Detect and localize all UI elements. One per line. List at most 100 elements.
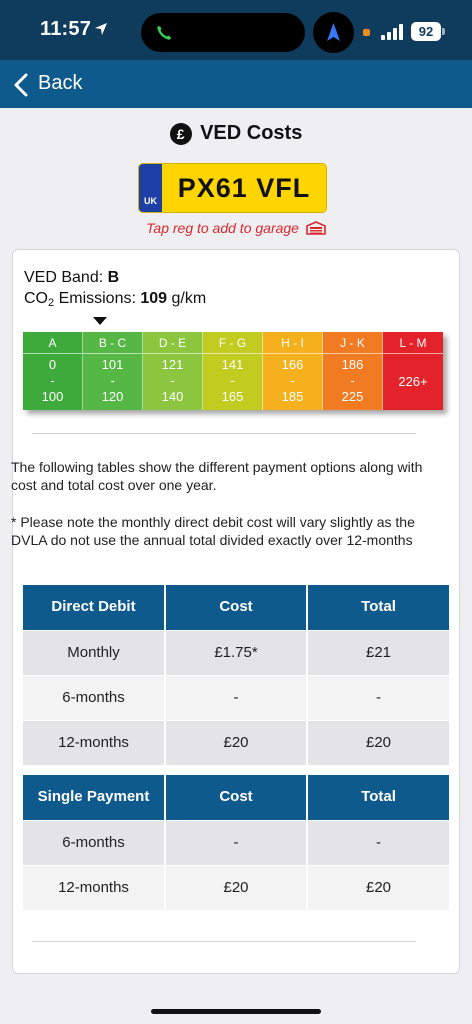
band-range: 141-165	[203, 354, 262, 405]
co2-value: 109	[140, 290, 168, 307]
table-cell: 6-months	[23, 674, 166, 720]
band-column: B - C 101-120	[83, 332, 143, 410]
co2-unit: g/km	[167, 290, 207, 307]
ved-band-chart: A 0-100 B - C 101-120 D - E 121-140 F - G 141-1…	[23, 332, 443, 410]
co2-line: CO2 Emissions: 109 g/km	[24, 290, 206, 309]
band-range-from: 0	[48, 357, 57, 372]
band-range-dash: -	[170, 373, 175, 388]
navigation-arrow-icon	[327, 23, 340, 41]
band-range: 166-185	[263, 354, 322, 405]
table-cell: 6-months	[23, 819, 166, 865]
band-range-dash: -	[50, 373, 55, 388]
band-range-dash: -	[350, 373, 355, 388]
band-range-to: 185	[281, 389, 304, 404]
divider	[32, 433, 416, 434]
table-cell: -	[307, 819, 449, 865]
tap-hint-text: Tap reg to add to garage	[146, 220, 299, 236]
table-header: Total	[307, 585, 449, 630]
band-range-from: 101	[101, 357, 124, 372]
band-column: D - E 121-140	[143, 332, 203, 410]
band-label: F - G	[203, 332, 262, 354]
table-cell: £20	[165, 719, 308, 765]
add-to-garage-link[interactable]: Tap reg to add to garage	[0, 220, 472, 236]
table-cell: -	[165, 819, 308, 865]
table-cell: £20	[307, 719, 449, 765]
signal-icon	[381, 24, 403, 40]
nav-bar: Back	[0, 60, 472, 108]
table-cell: -	[307, 674, 449, 720]
band-range-to: 140	[161, 389, 184, 404]
page-title: VED Costs	[200, 122, 303, 144]
band-range: 0-100	[23, 354, 82, 405]
table-cell: £20	[165, 864, 308, 910]
navigation-indicator	[313, 12, 354, 53]
band-range-dash: -	[290, 373, 295, 388]
phone-call-icon	[157, 26, 171, 40]
band-range-dash: -	[110, 373, 115, 388]
location-arrow-icon	[95, 23, 107, 35]
table-cell: £20	[307, 864, 449, 910]
registration-plate[interactable]: UK PX61 VFL	[138, 163, 327, 213]
intro-text: The following tables show the different …	[11, 459, 423, 493]
single-payment-table: Single Payment Cost Total 6-months - - 1…	[23, 775, 449, 910]
status-bar: 11:57 92	[0, 0, 472, 60]
table-header: Total	[307, 775, 449, 820]
note-text: * Please note the monthly direct debit c…	[11, 514, 415, 548]
table-cell: Monthly	[23, 629, 166, 675]
co2-label-post: Emissions:	[54, 290, 141, 307]
table-header: Cost	[165, 585, 308, 630]
band-label: B - C	[83, 332, 142, 354]
table-header: Cost	[165, 775, 308, 820]
band-column: H - I 166-185	[263, 332, 323, 410]
band-label: L - M	[383, 332, 443, 354]
table-cell: £1.75*	[165, 629, 308, 675]
ved-band-line: VED Band: B	[24, 269, 119, 287]
garage-icon	[306, 221, 326, 235]
back-button[interactable]: Back	[38, 72, 82, 95]
table-header-row: Direct Debit Cost Total	[23, 585, 449, 630]
table-cell: £21	[307, 629, 449, 675]
table-cell: -	[165, 674, 308, 720]
table-row: 12-months £20 £20	[23, 864, 449, 910]
battery-icon: 92	[411, 22, 441, 41]
band-range-to: 100	[41, 389, 64, 404]
band-label: D - E	[143, 332, 202, 354]
table-row: Monthly £1.75* £21	[23, 629, 449, 675]
band-range: 101-120	[83, 354, 142, 405]
band-column: F - G 141-165	[203, 332, 263, 410]
band-range-to: 120	[101, 389, 124, 404]
band-range: 121-140	[143, 354, 202, 405]
status-time: 11:57	[40, 18, 92, 40]
band-range: 226+	[398, 374, 428, 389]
table-row: 12-months £20 £20	[23, 719, 449, 765]
home-indicator	[151, 1009, 321, 1014]
direct-debit-table: Direct Debit Cost Total Monthly £1.75* £…	[23, 585, 449, 765]
table-header: Direct Debit	[23, 585, 166, 630]
privacy-indicator	[363, 29, 370, 36]
table-row: 6-months - -	[23, 674, 449, 720]
band-range-from: 141	[221, 357, 244, 372]
plate-country-code: UK	[144, 196, 157, 206]
battery-nub	[442, 28, 445, 35]
divider	[32, 941, 416, 942]
table-row: 6-months - -	[23, 819, 449, 865]
band-column: L - M 226+	[383, 332, 443, 410]
table-cell: 12-months	[23, 864, 166, 910]
co2-label-pre: CO	[24, 290, 48, 307]
band-column: J - K 186-225	[323, 332, 383, 410]
table-cell: 12-months	[23, 719, 166, 765]
plate-registration: PX61 VFL	[177, 173, 311, 203]
ved-band-value: B	[107, 269, 120, 286]
ved-band-label: VED Band:	[24, 269, 108, 286]
table-header-row: Single Payment Cost Total	[23, 775, 449, 820]
band-range-from: 121	[161, 357, 184, 372]
band-range-dash: -	[230, 373, 235, 388]
dynamic-island	[141, 13, 305, 52]
band-column: A 0-100	[23, 332, 83, 410]
band-range-from: 166	[281, 357, 304, 372]
chevron-left-icon[interactable]	[12, 73, 30, 97]
band-label: H - I	[263, 332, 322, 354]
pound-icon: £	[169, 122, 192, 145]
current-band-marker	[93, 317, 107, 325]
table-header: Single Payment	[23, 775, 166, 820]
